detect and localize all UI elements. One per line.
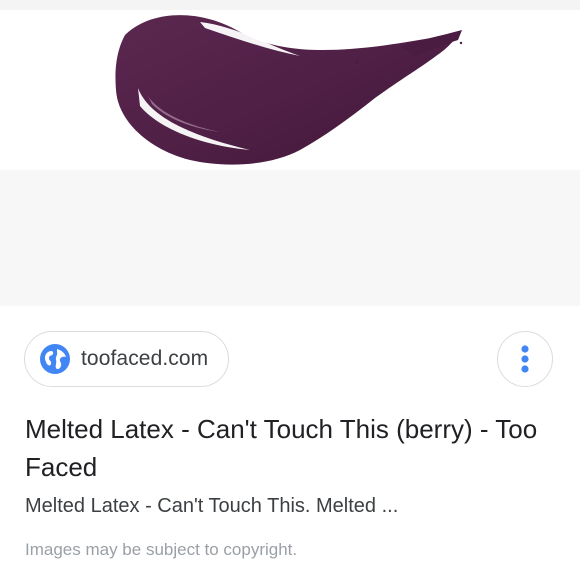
result-snippet: Melted Latex - Can't Touch This. Melted … xyxy=(25,495,399,517)
swatch-speck xyxy=(446,41,450,45)
lipstick-swatch-image xyxy=(115,15,463,165)
more-vert-icon xyxy=(521,345,529,373)
globe-icon xyxy=(39,343,71,375)
copyright-note: Images may be subject to copyright. xyxy=(25,540,298,559)
swatch-speck xyxy=(355,60,359,64)
product-image[interactable] xyxy=(0,10,580,170)
swatch-speck xyxy=(459,41,463,45)
source-chip[interactable]: toofaced.com xyxy=(24,331,230,387)
image-preview-area[interactable] xyxy=(0,0,580,306)
image-top-band xyxy=(0,0,580,10)
swatch-body xyxy=(115,15,460,165)
result-title[interactable]: Melted Latex - Can't Touch This (berry) … xyxy=(25,410,555,486)
source-domain-label: toofaced.com xyxy=(81,347,209,370)
swatch-speck xyxy=(453,34,457,38)
more-options-button[interactable] xyxy=(497,331,553,387)
